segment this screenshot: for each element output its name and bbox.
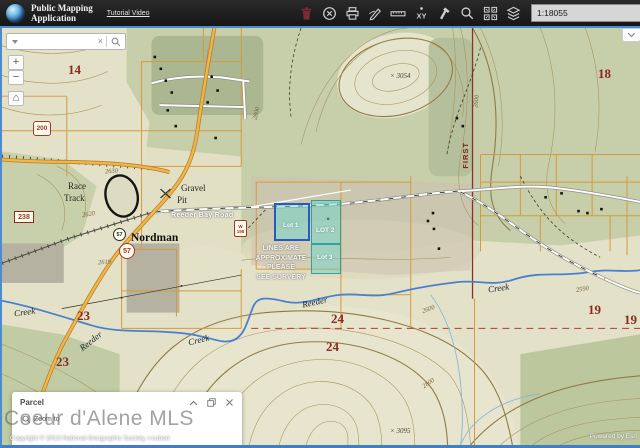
app-logo-globe-icon bbox=[6, 4, 25, 23]
app-title-line1: Public Mapping bbox=[31, 3, 93, 13]
xy-icon: XY bbox=[414, 6, 429, 21]
search-submit-button[interactable] bbox=[107, 37, 125, 47]
search-clear-icon[interactable]: × bbox=[95, 37, 106, 46]
zoom-to-link[interactable]: Zoom to bbox=[12, 409, 242, 424]
delete-graphics-button[interactable] bbox=[298, 5, 314, 21]
extent-grid-icon bbox=[483, 6, 498, 21]
popout-icon bbox=[207, 398, 216, 407]
public-mapping-application: Public Mapping Application Tutorial Vide… bbox=[0, 0, 640, 448]
close-icon bbox=[225, 398, 234, 407]
panel-collapse-up-button[interactable] bbox=[189, 400, 198, 406]
zoom-out-button[interactable]: − bbox=[8, 70, 24, 85]
tools-button[interactable] bbox=[436, 5, 452, 21]
parcel-panel: Parcel Zoom to bbox=[12, 392, 242, 448]
panel-collapse-button[interactable] bbox=[622, 28, 640, 42]
parcel-lot-1[interactable]: Lot 1 bbox=[274, 203, 310, 241]
map-canvas[interactable]: 14 18 19 19 23 23 24 24 2630 2620 2619 2… bbox=[0, 26, 640, 448]
xy-coordinates-button[interactable]: XY bbox=[413, 5, 429, 21]
home-extent-button[interactable]: ⌂ bbox=[8, 91, 24, 106]
app-header: Public Mapping Application Tutorial Vide… bbox=[0, 0, 640, 26]
parcel-panel-title: Parcel bbox=[20, 398, 44, 407]
toolbar: XY 1:18055 bbox=[298, 0, 640, 26]
scale-input[interactable]: 1:18055 bbox=[531, 4, 640, 22]
lot-label: Lot 3 bbox=[317, 254, 333, 261]
lot-label: Lot 1 bbox=[283, 222, 299, 229]
layers-button[interactable] bbox=[505, 5, 521, 21]
overview-extent-button[interactable] bbox=[482, 5, 498, 21]
chevron-down-icon bbox=[627, 32, 636, 38]
zoom-in-button[interactable]: + bbox=[8, 55, 24, 70]
hammer-icon bbox=[437, 6, 452, 21]
magnifier-icon bbox=[460, 6, 475, 21]
clear-selection-button[interactable] bbox=[321, 5, 337, 21]
parcel-lot-2[interactable]: LOT 2 bbox=[311, 200, 341, 244]
panel-close-button[interactable] bbox=[225, 398, 234, 407]
app-title: Public Mapping Application bbox=[31, 3, 93, 23]
search-tool-button[interactable] bbox=[459, 5, 475, 21]
map-search-input[interactable]: × bbox=[6, 33, 126, 50]
chevron-up-icon bbox=[189, 400, 198, 406]
lot-label: LOT 2 bbox=[316, 227, 334, 234]
magnifier-icon bbox=[22, 415, 31, 424]
trash-icon bbox=[299, 6, 314, 21]
draw-button[interactable] bbox=[367, 5, 383, 21]
panel-popout-button[interactable] bbox=[207, 398, 216, 407]
app-title-line2: Application bbox=[31, 13, 93, 23]
pencil-draw-icon bbox=[368, 6, 383, 21]
ruler-icon bbox=[390, 6, 406, 21]
circle-x-icon bbox=[322, 6, 337, 21]
print-button[interactable] bbox=[344, 5, 360, 21]
tutorial-video-link[interactable]: Tutorial Video bbox=[107, 10, 150, 17]
layers-icon bbox=[506, 6, 521, 21]
search-source-caret-icon[interactable] bbox=[12, 40, 18, 44]
parcel-lot-3[interactable]: Lot 3 bbox=[311, 244, 341, 274]
svg-text:XY: XY bbox=[416, 11, 426, 20]
printer-icon bbox=[345, 6, 360, 21]
measure-button[interactable] bbox=[390, 5, 406, 21]
magnifier-icon bbox=[111, 37, 121, 47]
